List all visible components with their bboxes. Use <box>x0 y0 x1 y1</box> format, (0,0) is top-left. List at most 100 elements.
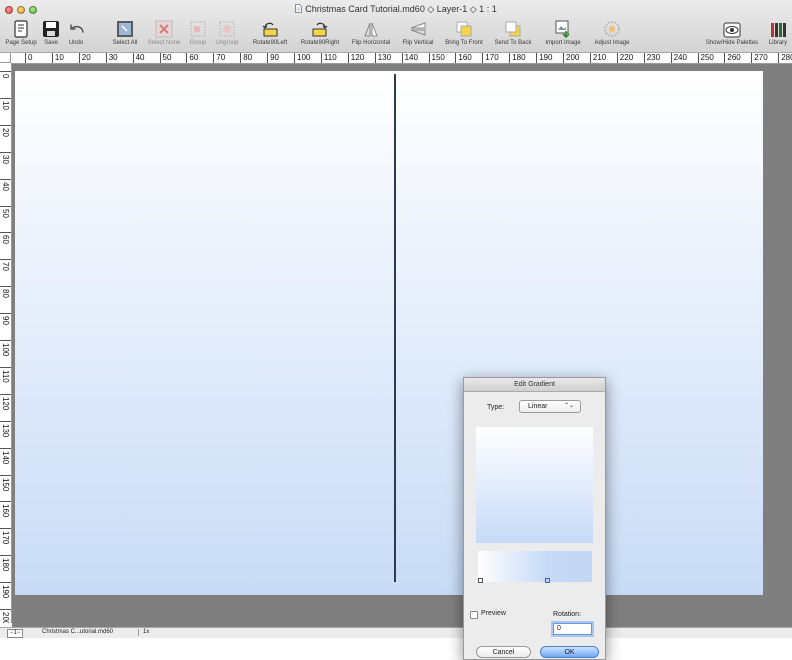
page-setup-icon <box>14 20 28 38</box>
fold-line[interactable] <box>394 74 396 582</box>
gradient-stop-start[interactable] <box>478 578 483 583</box>
ruler-h-tick: 0 <box>25 53 52 63</box>
toolbar-area: Christmas Card Tutorial.md60 ◇ Layer-1 ◇… <box>0 0 792 53</box>
status-bar: −1− Christmas C...utorial.md60 1x <box>0 627 792 638</box>
ruler-v-tick-label: 130 <box>1 423 10 438</box>
ruler-v-tick: 130 <box>0 420 11 448</box>
ruler-v-tick: 40 <box>0 178 11 206</box>
flip-horizontal-button[interactable]: Flip Horizontal <box>345 16 397 50</box>
ruler-v-tick: 110 <box>0 366 11 394</box>
ruler-corner <box>0 53 11 63</box>
ruler-v-tick-label: 160 <box>1 504 10 518</box>
dialog-title: Edit Gradient <box>464 378 605 392</box>
rotate-right-button[interactable]: Rotate90Right <box>295 16 345 50</box>
ruler-h-tick: 170 <box>482 53 509 63</box>
ruler-h-tick: 30 <box>105 53 133 63</box>
ruler-h-tick: 260 <box>724 53 751 63</box>
flip-vertical-button[interactable]: Flip Vertical <box>398 16 438 50</box>
undo-icon <box>70 24 84 33</box>
save-button[interactable]: Save <box>40 16 62 50</box>
ruler-v-tick-label: 180 <box>1 558 10 572</box>
ruler-v-tick: 80 <box>0 286 11 313</box>
send-to-back-icon <box>505 21 521 37</box>
ruler-h-tick: 50 <box>159 53 187 63</box>
ruler-v-tick-label: 170 <box>1 531 10 545</box>
ungroup-button[interactable]: Ungroup <box>211 16 243 50</box>
ruler-v-tick-label: 0 <box>1 74 10 79</box>
ruler-h-tick: 250 <box>697 53 725 63</box>
send-to-back-button[interactable]: Send To Back <box>490 16 536 50</box>
ruler-v-tick-label: 100 <box>1 343 10 357</box>
flip-horizontal-label: Flip Horizontal <box>351 40 391 46</box>
import-image-button[interactable]: Import Image <box>540 16 586 50</box>
rotation-input[interactable]: 0 <box>553 623 592 635</box>
ruler-v-tick: 100 <box>0 340 11 367</box>
page-setup-button[interactable]: Page Setup <box>3 16 39 50</box>
bring-to-front-label: Bring To Front <box>445 40 483 46</box>
ruler-h-tick: 120 <box>347 53 375 63</box>
select-all-button[interactable]: Select All <box>108 16 142 50</box>
ruler-v-tick: 0 <box>0 71 11 98</box>
ruler-v-tick-label: 150 <box>1 477 10 491</box>
ruler-h-tick: 200 <box>563 53 590 63</box>
app-window: Christmas Card Tutorial.md60 ◇ Layer-1 ◇… <box>0 0 792 660</box>
ruler-v-tick: 120 <box>0 393 11 421</box>
ruler-v-tick: 150 <box>0 474 11 502</box>
ruler-h-tick: 130 <box>374 53 402 63</box>
select-all-icon <box>117 21 133 37</box>
cancel-button[interactable]: Cancel <box>476 646 531 658</box>
gradient-ramp[interactable] <box>478 551 592 582</box>
ruler-v-tick: 60 <box>0 232 11 259</box>
ruler-v-tick: 200 <box>0 609 11 623</box>
rotate-left-button[interactable]: Rotate90Left <box>248 16 292 50</box>
ruler-h-tick: 70 <box>213 53 240 63</box>
card-page[interactable] <box>15 71 763 595</box>
undo-button[interactable]: Undo <box>64 16 88 50</box>
document-icon <box>295 4 303 13</box>
library-icon <box>771 23 786 37</box>
page-stepper[interactable]: −1− <box>7 629 24 638</box>
rotate-right-label: Rotate90Right <box>300 40 340 46</box>
rotate-left-label: Rotate90Left <box>252 40 288 46</box>
ruler-h-tick: 270 <box>751 53 778 63</box>
eye-icon <box>723 22 741 38</box>
ok-button[interactable]: OK <box>540 646 599 658</box>
ruler-h-tick: 110 <box>320 53 348 63</box>
select-none-icon <box>155 20 173 38</box>
bring-to-front-button[interactable]: Bring To Front <box>440 16 488 50</box>
ruler-h-tick: 160 <box>455 53 482 63</box>
rotate-right-icon <box>312 22 328 37</box>
ruler-v-tick: 20 <box>0 124 11 152</box>
ruler-h-tick: 210 <box>589 53 617 63</box>
undo-label: Undo <box>68 40 84 46</box>
ruler-v-tick-label: 200 <box>1 612 10 623</box>
gradient-stop-end[interactable] <box>545 578 550 583</box>
ruler-v-tick-label: 80 <box>1 289 10 299</box>
ruler-v-tick-label: 120 <box>1 396 10 411</box>
send-to-back-label: Send To Back <box>494 40 532 46</box>
type-label: Type: <box>487 404 505 411</box>
gradient-type-select[interactable]: Linear ⌃⌄ <box>519 400 581 413</box>
horizontal-ruler[interactable]: 0 10 20 30 40 50 60 70 80 90 100 110 120 130 140 150 160… <box>11 53 792 64</box>
library-button[interactable]: Library <box>764 16 792 50</box>
ruler-h-tick: 220 <box>616 53 644 63</box>
bring-to-front-icon <box>456 21 472 37</box>
status-zoom[interactable]: 1x <box>138 629 149 636</box>
select-none-button[interactable]: Select None <box>143 16 185 50</box>
ruler-h-tick: 140 <box>401 53 429 63</box>
vertical-ruler[interactable]: 0 10 20 30 40 50 60 70 80 90 100 110 120 130 140 150 160… <box>0 63 12 623</box>
group-label: Group <box>189 40 207 46</box>
ruler-v-tick-label: 10 <box>1 100 10 110</box>
import-image-icon <box>555 20 570 38</box>
ruler-h-tick: 150 <box>428 53 456 63</box>
adjust-image-button[interactable]: Adjust Image <box>590 16 634 50</box>
ruler-v-tick: 170 <box>0 528 11 555</box>
group-button[interactable]: Group <box>186 16 210 50</box>
adjust-image-label: Adjust Image <box>594 40 630 46</box>
save-icon <box>43 21 59 37</box>
flip-horizontal-icon <box>364 22 378 37</box>
show-hide-palettes-button[interactable]: Show/Hide Palettes <box>702 16 762 50</box>
preview-checkbox[interactable] <box>470 611 478 619</box>
ruler-v-tick-label: 30 <box>1 154 10 164</box>
select-arrows-icon: ⌃⌄ <box>563 403 574 409</box>
